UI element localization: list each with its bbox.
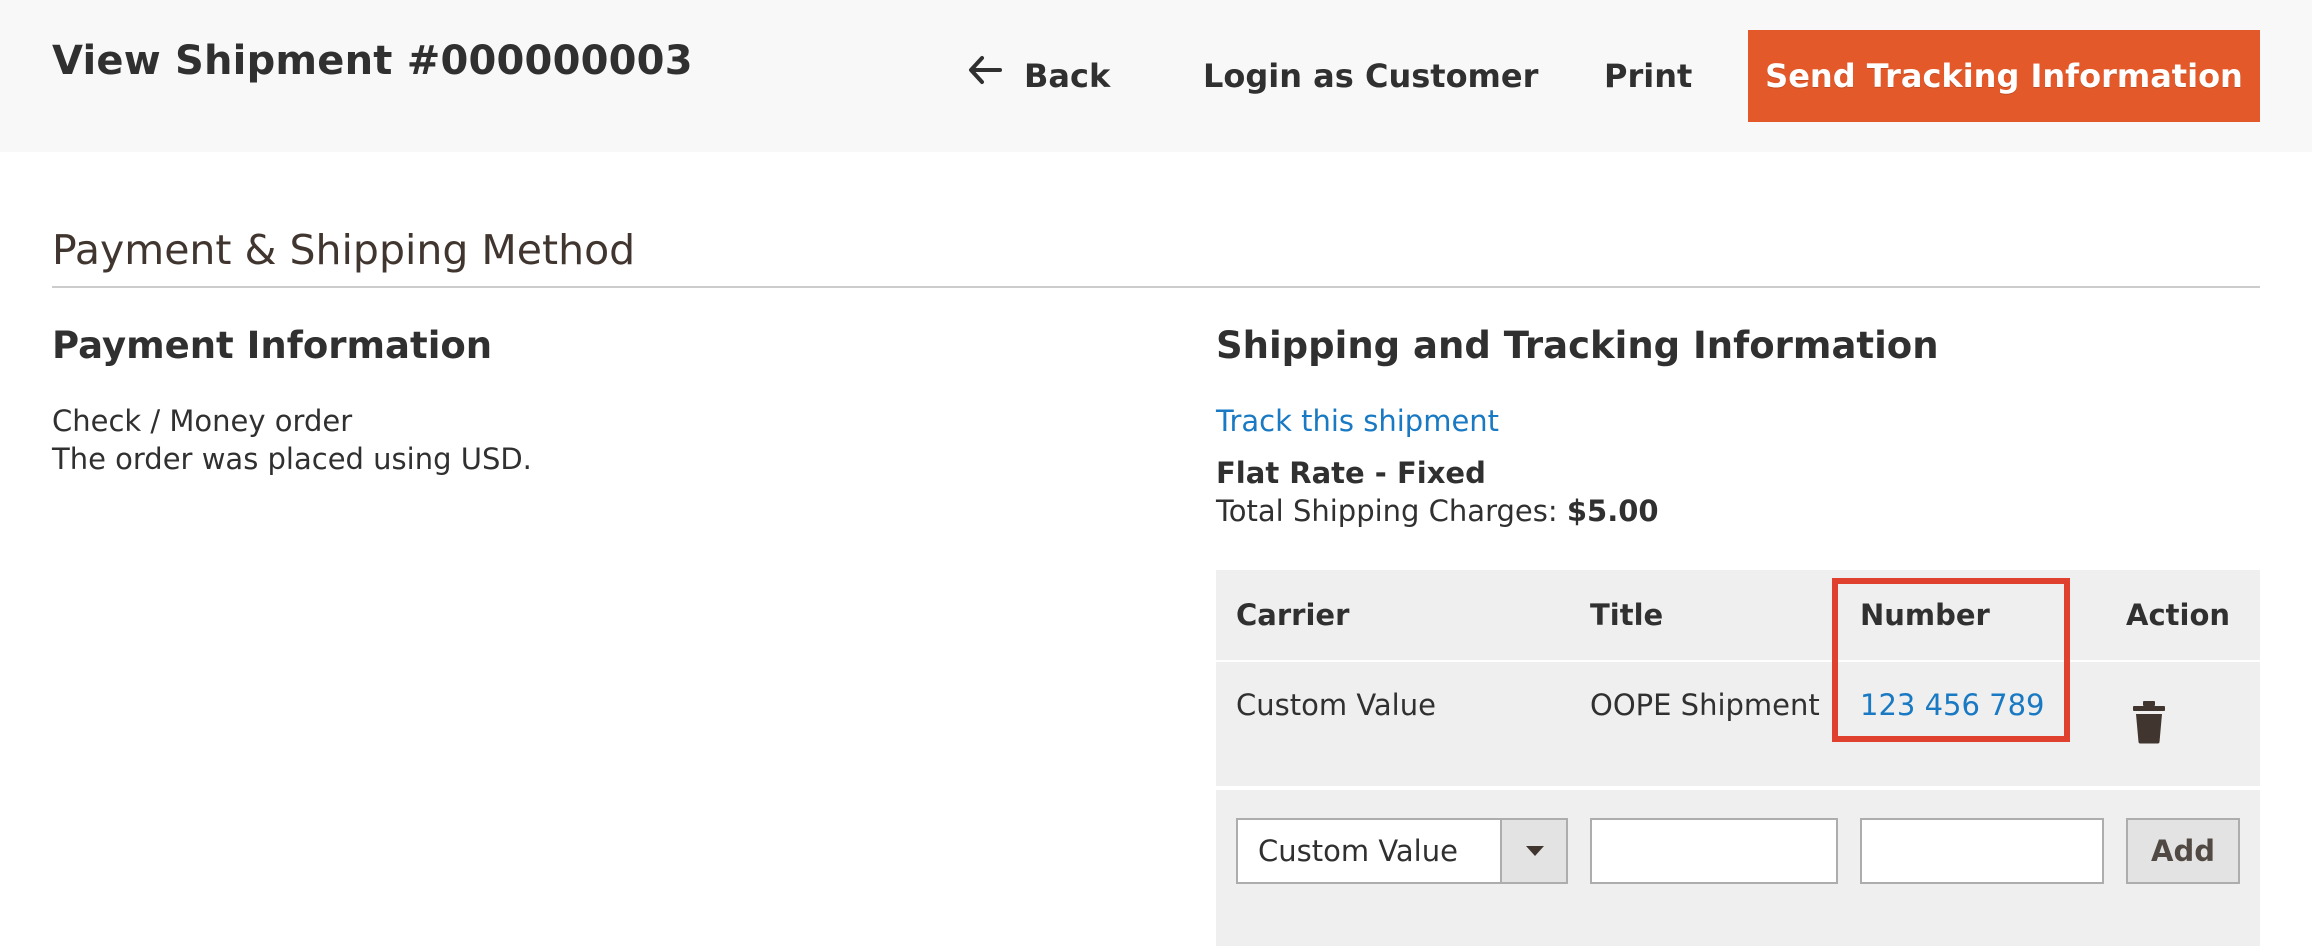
shipping-tracking-title: Shipping and Tracking Information [1216,324,1939,367]
shipping-charges-label: Total Shipping Charges: [1216,494,1558,528]
back-button-label: Back [1024,57,1111,95]
carrier-column-header: Carrier [1236,598,1350,632]
page-header: View Shipment #000000003 Back Login as C… [0,0,2312,152]
tracking-row-title: OOPE Shipment [1590,688,1820,722]
number-column-highlight [1832,578,2070,742]
carrier-select[interactable]: Custom Value [1236,818,1568,884]
track-shipment-link[interactable]: Track this shipment [1216,402,1499,440]
arrow-left-icon [968,28,1004,120]
tracking-row-carrier: Custom Value [1236,688,1436,722]
action-column-header: Action [2126,598,2231,632]
shipping-charges-value: $5.00 [1566,494,1659,528]
login-as-customer-button[interactable]: Login as Customer [1203,30,1538,122]
row-divider [1216,786,2260,790]
payment-method: Check / Money order [52,404,353,438]
caret-down-icon [1526,846,1544,856]
carrier-select-toggle[interactable] [1500,820,1566,882]
add-tracking-button[interactable]: Add [2126,818,2240,884]
section-divider [52,286,2260,288]
print-button[interactable]: Print [1604,30,1692,122]
payment-information-title: Payment Information [52,324,493,367]
header-divider [1216,660,2260,662]
tracking-title-input[interactable] [1590,818,1838,884]
page-title: View Shipment #000000003 [52,38,693,84]
tracking-table: Carrier Title Number Action Custom Value… [1216,570,2260,946]
tracking-number-input[interactable] [1860,818,2104,884]
title-column-header: Title [1590,598,1664,632]
send-tracking-information-button[interactable]: Send Tracking Information [1748,30,2260,122]
shipping-method: Flat Rate - Fixed [1216,456,1486,490]
payment-currency-note: The order was placed using USD. [52,442,532,476]
back-button[interactable]: Back [968,30,1110,122]
section-title: Payment & Shipping Method [52,226,636,274]
shipping-charges: Total Shipping Charges: $5.00 [1216,492,1659,530]
carrier-select-value: Custom Value [1258,834,1458,868]
trash-icon[interactable] [2132,700,2166,744]
